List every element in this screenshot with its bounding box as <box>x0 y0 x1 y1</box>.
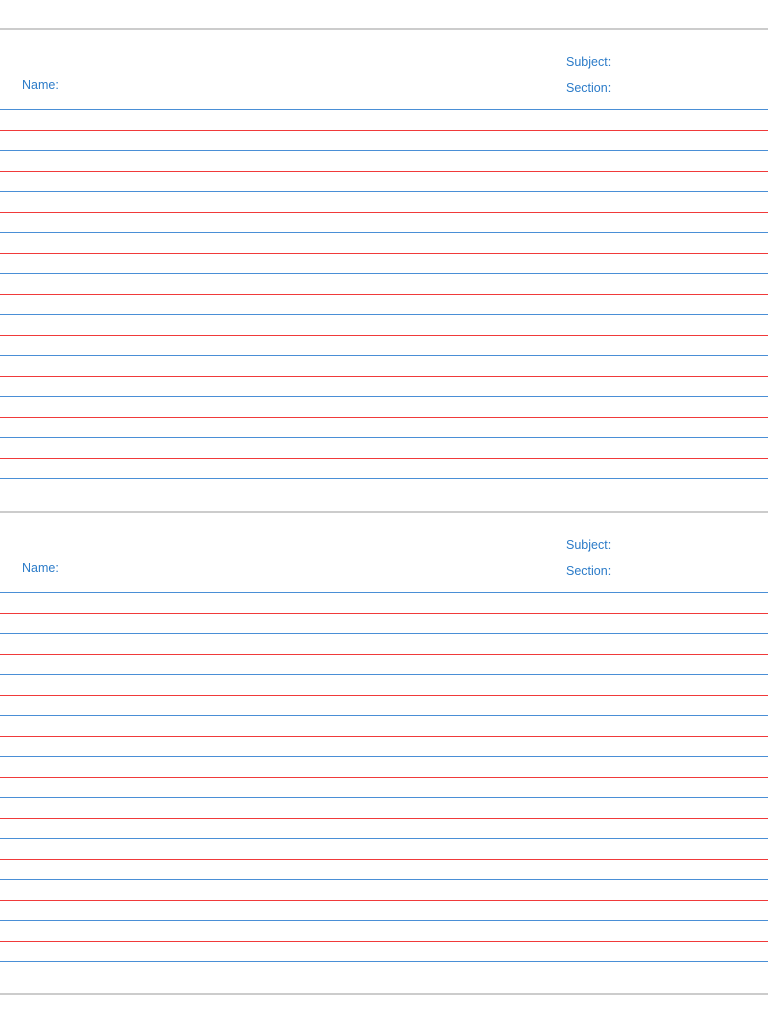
blue-rule-line <box>0 797 768 798</box>
subject-label: Subject: <box>566 538 612 552</box>
red-rule-line <box>0 900 768 901</box>
blue-rule-line <box>0 879 768 880</box>
red-rule-line <box>0 294 768 295</box>
red-rule-line <box>0 335 768 336</box>
blue-rule-line <box>0 838 768 839</box>
red-rule-line <box>0 253 768 254</box>
blue-rule-line <box>0 191 768 192</box>
red-rule-line <box>0 130 768 131</box>
section-label: Section: <box>566 81 612 95</box>
red-rule-line <box>0 695 768 696</box>
blue-rule-line <box>0 756 768 757</box>
blue-rule-line <box>0 355 768 356</box>
blue-rule-line <box>0 273 768 274</box>
blue-rule-line <box>0 314 768 315</box>
name-label: Name: <box>22 78 59 92</box>
red-rule-line <box>0 458 768 459</box>
section-label: Section: <box>566 564 612 578</box>
red-rule-line <box>0 941 768 942</box>
middle-separator <box>0 511 768 513</box>
subject-label: Subject: <box>566 55 612 69</box>
blue-rule-line <box>0 961 768 962</box>
blue-rule-line <box>0 232 768 233</box>
red-rule-line <box>0 171 768 172</box>
red-rule-line <box>0 654 768 655</box>
bottom-separator <box>0 993 768 995</box>
red-rule-line <box>0 818 768 819</box>
blue-rule-line <box>0 674 768 675</box>
blue-rule-line <box>0 109 768 110</box>
blue-rule-line <box>0 150 768 151</box>
top-separator <box>0 28 768 30</box>
blue-rule-line <box>0 592 768 593</box>
red-rule-line <box>0 376 768 377</box>
red-rule-line <box>0 212 768 213</box>
red-rule-line <box>0 417 768 418</box>
blue-rule-line <box>0 437 768 438</box>
red-rule-line <box>0 613 768 614</box>
red-rule-line <box>0 736 768 737</box>
name-label: Name: <box>22 561 59 575</box>
blue-rule-line <box>0 920 768 921</box>
blue-rule-line <box>0 396 768 397</box>
blue-rule-line <box>0 715 768 716</box>
red-rule-line <box>0 859 768 860</box>
red-rule-line <box>0 777 768 778</box>
blue-rule-line <box>0 478 768 479</box>
blue-rule-line <box>0 633 768 634</box>
